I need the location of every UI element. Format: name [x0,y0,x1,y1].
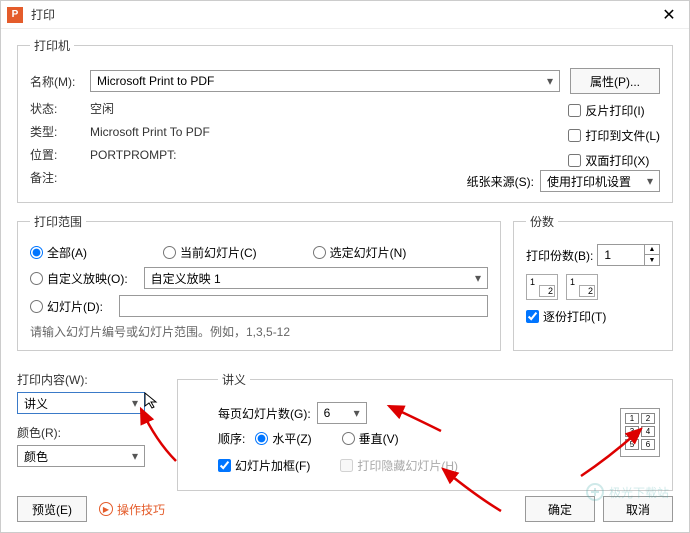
range-custom-radio[interactable]: 自定义放映(O): [30,270,128,287]
range-current-radio[interactable]: 当前幻灯片(C) [163,244,257,261]
printer-name-value: Microsoft Print to PDF [97,74,214,88]
cancel-button[interactable]: 取消 [603,496,673,522]
type-label: 类型: [30,123,90,140]
per-page-label: 每页幻灯片数(G): [218,405,311,422]
range-hint: 请输入幻灯片编号或幻灯片范围。例如，1,3,5-12 [30,323,488,340]
dialog-content: 打印机 名称(M): Microsoft Print to PDF 属性(P).… [1,29,689,509]
copies-legend: 份数 [526,213,558,230]
collate-icon-2: 12 [566,274,598,300]
paper-source-dropdown[interactable]: 使用打印机设置 [540,170,660,192]
order-label: 顺序: [218,430,245,447]
color-dropdown[interactable]: 颜色 [17,445,145,467]
location-value: PORTPROMPT: [90,148,176,162]
dialog-footer: 预览(E) ▶ 操作技巧 确定 取消 [17,496,673,522]
tips-link[interactable]: ▶ 操作技巧 [99,501,165,518]
dialog-title: 打印 [31,6,649,23]
printer-options: 反片打印(I) 打印到文件(L) 双面打印(X) [568,102,660,169]
slides-input[interactable] [119,295,488,317]
per-page-dropdown[interactable]: 6 [317,402,367,424]
print-to-file-checkbox[interactable]: 打印到文件(L) [568,127,660,144]
properties-button[interactable]: 属性(P)... [570,68,660,94]
range-all-radio[interactable]: 全部(A) [30,244,87,261]
paper-source-row: 纸张来源(S): 使用打印机设置 [467,170,660,192]
order-horizontal-radio[interactable]: 水平(Z) [255,430,311,447]
copies-group: 份数 打印份数(B): 1 ▲▼ 12 12 逐份打印(T) [513,213,673,351]
print-range-group: 打印范围 全部(A) 当前幻灯片(C) 选定幻灯片(N) 自定义放映(O): 自… [17,213,501,351]
printer-name-label: 名称(M): [30,73,90,90]
reverse-print-checkbox[interactable]: 反片打印(I) [568,102,660,119]
print-content-dropdown[interactable]: 讲义 [17,392,145,414]
preview-button[interactable]: 预览(E) [17,496,87,522]
titlebar: P 打印 ✕ [1,1,689,29]
spinner-up-icon[interactable]: ▲ [645,245,659,255]
order-vertical-radio[interactable]: 垂直(V) [342,430,399,447]
collate-icon-1: 12 [526,274,558,300]
hidden-slides-checkbox[interactable]: 打印隐藏幻灯片(H) [340,457,458,474]
status-value: 空闲 [90,100,114,117]
range-selected-radio[interactable]: 选定幻灯片(N) [313,244,407,261]
print-dialog: P 打印 ✕ 打印机 名称(M): Microsoft Print to PDF… [0,0,690,533]
printer-name-dropdown[interactable]: Microsoft Print to PDF [90,70,560,92]
comment-label: 备注: [30,169,90,186]
collate-checkbox[interactable]: 逐份打印(T) [526,308,660,325]
frame-checkbox[interactable]: 幻灯片加框(F) [218,457,310,474]
range-legend: 打印范围 [30,213,86,230]
status-label: 状态: [30,100,90,117]
handout-group: 讲义 每页幻灯片数(G): 6 顺序: 水平(Z) 垂直(V) 幻灯片加框(F)… [177,371,673,491]
paper-source-value: 使用打印机设置 [547,173,631,190]
content-label: 打印内容(W): [17,371,157,388]
range-slides-radio[interactable]: 幻灯片(D): [30,298,103,315]
app-icon: P [7,7,23,23]
custom-show-dropdown[interactable]: 自定义放映 1 [144,267,488,289]
play-icon: ▶ [99,502,113,516]
collate-preview: 12 12 [526,274,660,300]
ok-button[interactable]: 确定 [525,496,595,522]
duplex-checkbox[interactable]: 双面打印(X) [568,152,660,169]
color-label: 颜色(R): [17,424,157,441]
printer-legend: 打印机 [30,37,74,54]
spinner-down-icon[interactable]: ▼ [645,255,659,265]
location-label: 位置: [30,146,90,163]
paper-source-label: 纸张来源(S): [467,173,534,190]
printer-group: 打印机 名称(M): Microsoft Print to PDF 属性(P).… [17,37,673,203]
copies-count-label: 打印份数(B): [526,247,593,264]
copies-spinner[interactable]: 1 ▲▼ [597,244,660,266]
handout-layout-preview: 12 34 56 [620,408,660,457]
handout-legend: 讲义 [218,371,250,388]
type-value: Microsoft Print To PDF [90,125,210,139]
close-button[interactable]: ✕ [649,1,689,29]
